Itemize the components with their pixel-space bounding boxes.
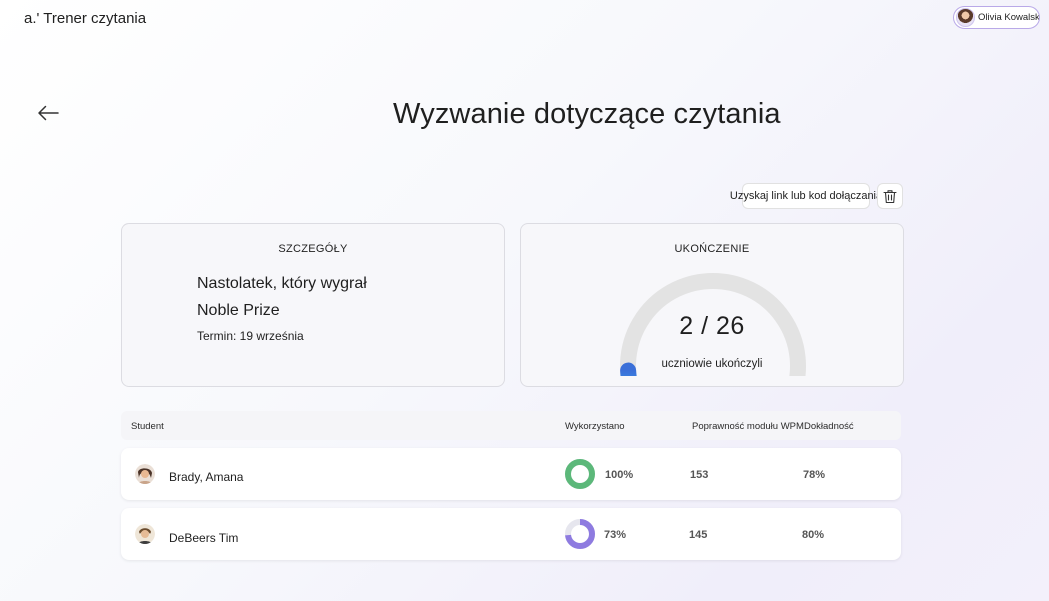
delete-button[interactable] (877, 183, 903, 209)
user-account-button[interactable]: Olivia Kowalska (953, 6, 1040, 29)
column-accuracy[interactable]: Dokładność (804, 421, 854, 432)
student-avatar (135, 464, 155, 484)
table-row[interactable]: DeBeers Tim 73% 145 80% (121, 508, 901, 560)
back-button[interactable] (34, 100, 62, 126)
page-title: Wyzwanie dotyczące czytania (393, 98, 781, 130)
accuracy-value: 78% (803, 469, 826, 481)
user-name: Olivia Kowalska (978, 12, 1040, 23)
get-join-link-button[interactable]: Uzyskaj link lub kod dołączania (730, 183, 882, 209)
wpm-value: 145 (689, 529, 708, 541)
completion-card: UKOŃCZENIE 2 / 26 uczniowie ukończyli (520, 223, 904, 387)
usage-ring (565, 519, 595, 549)
usage-value: 100% (605, 469, 634, 481)
user-avatar (956, 8, 975, 27)
completion-caption: uczniowie ukończyli (661, 358, 763, 370)
book-title-line-2: Noble Prize (197, 302, 280, 319)
accuracy-value: 80% (802, 529, 825, 541)
wpm-value: 153 (690, 469, 709, 481)
trash-icon (883, 189, 897, 203)
book-title: Nastolatek, który wygrał Noble Prize (197, 270, 427, 324)
book-title-line-1: Nastolatek, który wygrał (197, 275, 367, 292)
details-heading: SZCZEGÓŁY (278, 243, 348, 255)
due-date: Termin: 19 września (197, 329, 304, 343)
gauge-fill (620, 362, 637, 376)
completion-count: 2 / 26 (679, 312, 745, 340)
usage-value: 73% (604, 529, 627, 541)
usage-ring (565, 459, 595, 489)
table-row[interactable]: Brady, Amana 100% 153 78% (121, 448, 901, 500)
column-wpm[interactable]: Poprawność modułu WPM (692, 421, 804, 432)
student-name: Brady, Amana (169, 470, 244, 484)
column-student[interactable]: Student (131, 421, 164, 432)
column-used[interactable]: Wykorzystano (565, 421, 625, 432)
completion-heading: UKOŃCZENIE (674, 243, 750, 255)
app-title: a.' Trener czytania (24, 10, 147, 27)
student-avatar (135, 524, 155, 544)
student-name: DeBeers Tim (169, 531, 239, 545)
table-header: Student Wykorzystano Poprawność modułu W… (121, 411, 901, 440)
arrow-left-icon (38, 105, 59, 121)
details-card: SZCZEGÓŁY Nastolatek, który wygrał Noble… (121, 223, 505, 387)
